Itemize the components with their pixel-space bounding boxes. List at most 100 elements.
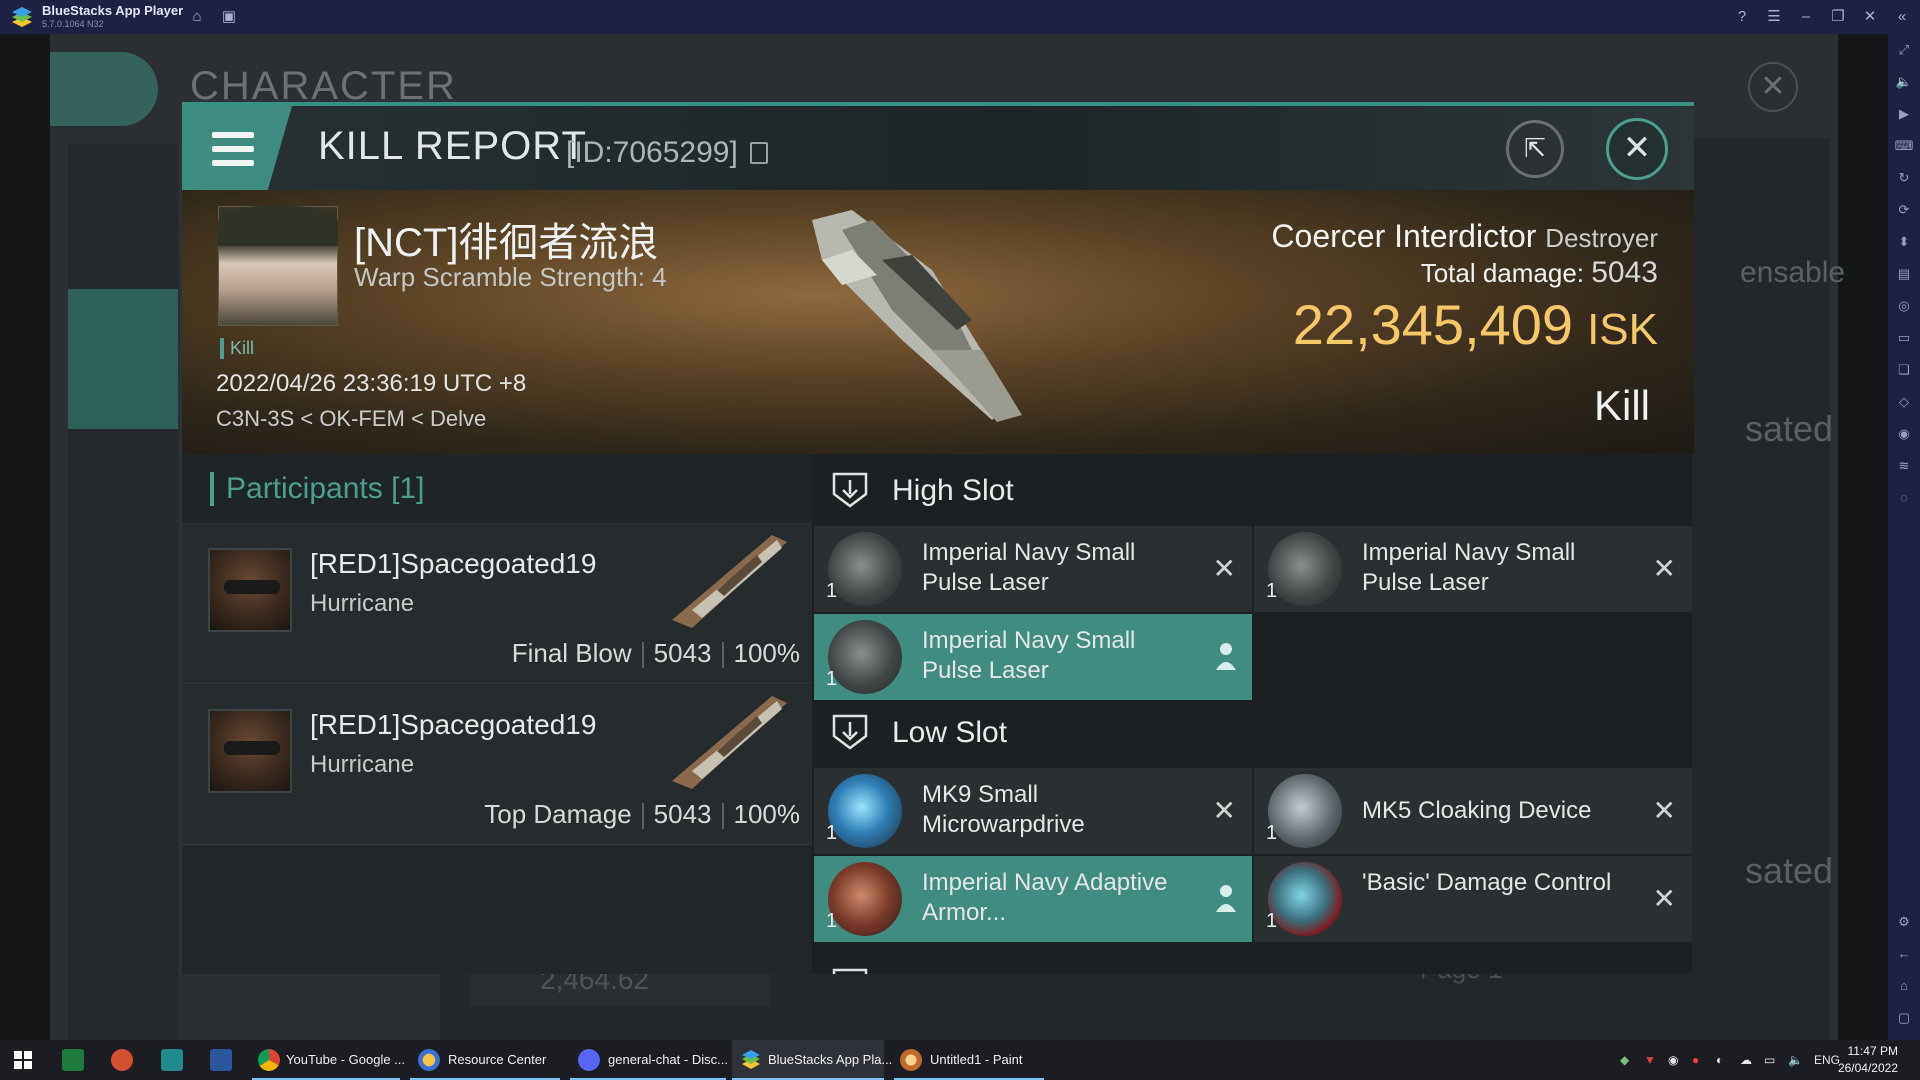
word-icon[interactable]: [210, 1049, 232, 1071]
clock-time: 11:47 PM: [1847, 1044, 1898, 1058]
media-icon[interactable]: ▶: [1894, 104, 1914, 124]
participant-damage: 5043: [653, 638, 712, 668]
macro-icon[interactable]: ▤: [1894, 264, 1914, 284]
share-button[interactable]: ⇱: [1506, 120, 1564, 178]
module-item[interactable]: 1 Imperial Navy Small Pulse Laser ✕: [1254, 526, 1692, 612]
module-item[interactable]: 1 Imperial Navy Small Pulse Laser ✕: [814, 526, 1252, 612]
home-icon[interactable]: ⌂: [186, 6, 208, 28]
menu-button[interactable]: [182, 106, 292, 190]
module-qty: 1: [1266, 580, 1278, 602]
steam-tray-icon[interactable]: ◐: [1716, 1040, 1723, 1080]
multi-instance-icon[interactable]: ▣: [218, 6, 240, 28]
module-item[interactable]: 1 MK5 Cloaking Device ✕: [1254, 768, 1692, 854]
taskbar-item-resource-center[interactable]: Resource Center: [448, 1040, 546, 1080]
eraser-icon[interactable]: ◇: [1894, 392, 1914, 412]
paint-icon: [900, 1049, 922, 1071]
record-tray-icon[interactable]: ●: [1692, 1040, 1699, 1080]
powerpoint-icon[interactable]: [111, 1049, 133, 1071]
help-icon[interactable]: ?: [1731, 6, 1753, 28]
taskbar-item-discord[interactable]: general-chat - Disc...: [608, 1040, 728, 1080]
folder-icon[interactable]: ▭: [1894, 328, 1914, 348]
participant-avatar[interactable]: [208, 548, 292, 632]
cloaking-device-icon: [1268, 774, 1342, 848]
participants-label: Participants: [226, 472, 383, 505]
back-icon[interactable]: ←: [1894, 944, 1914, 964]
participant-ship-image: [672, 696, 787, 789]
language-indicator[interactable]: ENG: [1814, 1040, 1840, 1080]
apk-icon[interactable]: ⬍: [1894, 232, 1914, 252]
excel-icon[interactable]: [62, 1049, 84, 1071]
participant-row[interactable]: [RED1]Spacegoated19 Hurricane Final Blow…: [182, 524, 812, 684]
low-slot-icon: [832, 714, 868, 750]
rotate-icon[interactable]: ↻: [1894, 168, 1914, 188]
victim-name[interactable]: [NCT]徘徊者流浪: [354, 210, 658, 268]
module-qty: 1: [1266, 822, 1278, 844]
victim-ship-name[interactable]: Coercer Interdictor Destroyer: [1271, 218, 1658, 255]
system-clock[interactable]: 11:47 PM 26/04/2022: [1838, 1043, 1898, 1077]
module-name: Imperial Navy Adaptive Armor...: [922, 869, 1168, 926]
bg-text-2: sated: [1745, 408, 1834, 449]
module-qty: 1: [826, 580, 838, 602]
module-item[interactable]: 1 'Basic' Damage Control ✕: [1254, 856, 1692, 942]
ship-name-text: Coercer Interdictor: [1271, 218, 1537, 254]
destroyed-icon: ✕: [1212, 553, 1236, 584]
participant-role: Top Damage: [484, 799, 632, 829]
participant-ship: Hurricane: [310, 751, 415, 778]
taskbar-item-youtube[interactable]: YouTube - Google ...: [286, 1040, 405, 1080]
discord-icon: [578, 1049, 600, 1071]
taskbar-item-paint[interactable]: Untitled1 - Paint: [930, 1040, 1023, 1080]
minimize-icon[interactable]: –: [1795, 6, 1817, 28]
restore-icon[interactable]: ❐: [1827, 6, 1849, 28]
participant-avatar[interactable]: [208, 709, 292, 793]
recent-apps-icon[interactable]: ▢: [1894, 1008, 1914, 1028]
network-icon[interactable]: ▭: [1764, 1040, 1775, 1080]
bg-nav-active-tab: [68, 289, 178, 429]
layers-icon[interactable]: ≋: [1894, 456, 1914, 476]
location-icon[interactable]: ◉: [1894, 424, 1914, 444]
module-item[interactable]: 1 Imperial Navy Small Pulse Laser: [814, 614, 1252, 700]
app-title: BlueStacks App Player: [42, 3, 184, 18]
nvidia-tray-icon[interactable]: ◆: [1620, 1040, 1629, 1080]
volume-icon[interactable]: 🔈: [1894, 72, 1914, 92]
settings-icon[interactable]: ⚙: [1894, 912, 1914, 932]
discord-tray-icon[interactable]: ◉: [1668, 1040, 1678, 1080]
participant-name: [RED1]Spacegoated19: [310, 709, 597, 740]
cloud-tray-icon[interactable]: ☁: [1740, 1040, 1752, 1080]
module-item[interactable]: 1 Imperial Navy Adaptive Armor...: [814, 856, 1252, 942]
copy-icon[interactable]: [750, 142, 768, 164]
volume-tray-icon[interactable]: 🔈: [1788, 1040, 1803, 1080]
menu-icon[interactable]: ☰: [1763, 6, 1785, 28]
low-slot-header: Low Slot: [830, 696, 1690, 768]
participant-percent: 100%: [733, 638, 801, 668]
publisher-icon[interactable]: [161, 1049, 183, 1071]
kill-tag: Kill: [220, 338, 254, 359]
app-titlebar: BlueStacks App Player 5.7.0.1064 N32 ⌂ ▣…: [0, 0, 1920, 34]
participant-row[interactable]: [RED1]Spacegoated19 Hurricane Top Damage…: [182, 685, 812, 845]
module-name: MK9 Small Microwarpdrive: [922, 781, 1085, 838]
collapse-sidebar-icon[interactable]: «: [1891, 6, 1913, 28]
windows-start-icon[interactable]: [14, 1051, 32, 1069]
clock-date: 26/04/2022: [1837, 1061, 1898, 1075]
sync-icon[interactable]: ⟳: [1894, 200, 1914, 220]
multi-window-icon[interactable]: ❏: [1894, 360, 1914, 380]
modal-close-button[interactable]: ✕: [1606, 118, 1668, 180]
armor-hardener-icon: [828, 862, 902, 936]
taskbar-item-bluestacks[interactable]: BlueStacks App Pla...: [768, 1040, 892, 1080]
fullscreen-icon[interactable]: ⤢: [1894, 40, 1914, 60]
android-home-icon[interactable]: ⌂: [1894, 976, 1914, 996]
windows-taskbar: YouTube - Google ... Resource Center gen…: [0, 1040, 1920, 1080]
module-item[interactable]: 1 MK9 Small Microwarpdrive ✕: [814, 768, 1252, 854]
bg-text-3: sated: [1745, 850, 1834, 891]
isk-value-row: 22,345,409 ISK: [1293, 292, 1658, 357]
antivirus-tray-icon[interactable]: ▼: [1644, 1040, 1656, 1080]
kill-location[interactable]: C3N-3S < OK-FEM < Delve: [216, 406, 486, 432]
bg-left-nav: [68, 144, 178, 1040]
keyboard-icon[interactable]: ⌨: [1894, 136, 1914, 156]
victim-ship-image[interactable]: [782, 200, 1042, 430]
portrait-hat: [218, 206, 338, 246]
bg-menu-button: [50, 52, 158, 126]
eco-icon[interactable]: ◌: [1894, 488, 1914, 508]
high-slot-header: High Slot: [830, 454, 1690, 526]
close-icon[interactable]: ✕: [1859, 6, 1881, 28]
screenshot-icon[interactable]: ◎: [1894, 296, 1914, 316]
